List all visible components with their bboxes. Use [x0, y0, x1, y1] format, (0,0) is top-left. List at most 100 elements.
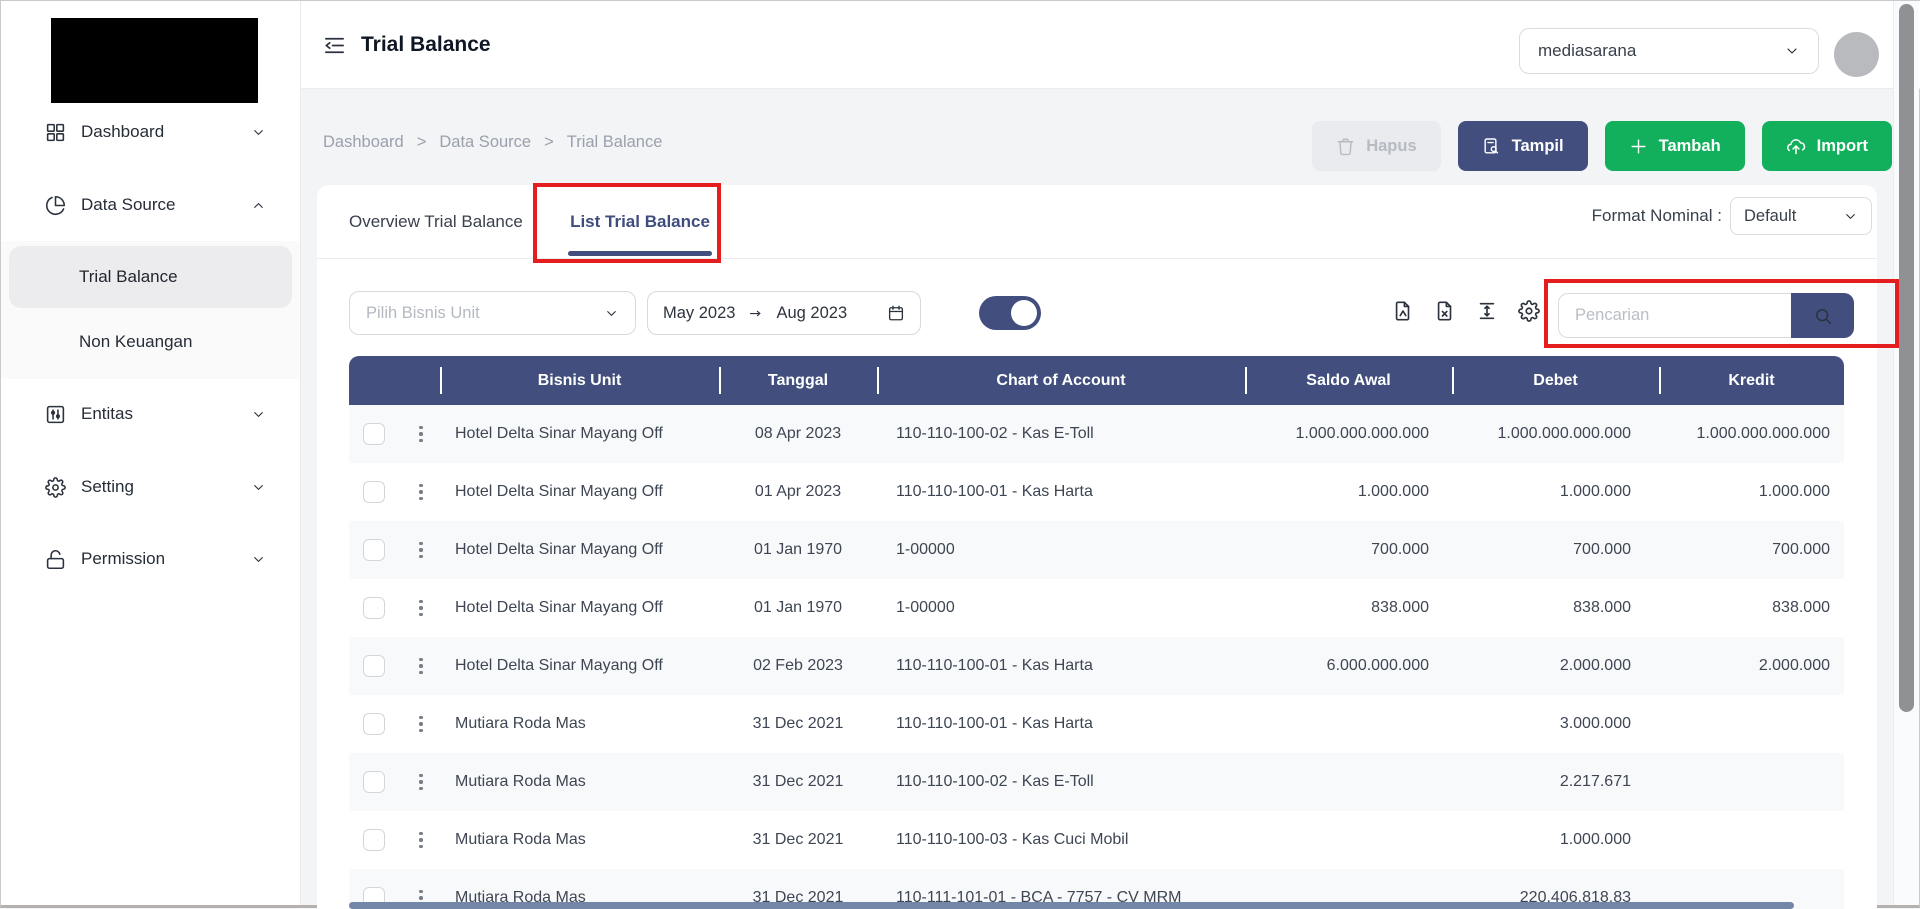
- cell-debet: 2.000.000: [1452, 657, 1659, 675]
- sidebar-item-permission[interactable]: Permission: [1, 536, 300, 582]
- row-actions-icon[interactable]: [415, 422, 427, 447]
- row-actions-icon[interactable]: [415, 480, 427, 505]
- cell-debet: 1.000.000: [1452, 831, 1659, 849]
- cell-bisnis-unit: Hotel Delta Sinar Mayang Off: [440, 599, 719, 617]
- cell-chart-of-account: 110-110-100-02 - Kas E-Toll: [877, 425, 1245, 443]
- export-excel-icon[interactable]: [1434, 300, 1456, 322]
- sidebar-item-data-source[interactable]: Data Source: [1, 182, 300, 228]
- cell-chart-of-account: 110-110-100-03 - Kas Cuci Mobil: [877, 831, 1245, 849]
- sidebar-item-label: Entitas: [81, 404, 251, 424]
- format-nominal-label: Format Nominal :: [1572, 197, 1722, 235]
- tab-overview-trial-balance[interactable]: Overview Trial Balance: [333, 185, 539, 259]
- cell-tanggal: 01 Apr 2023: [719, 483, 877, 501]
- breadcrumb-separator: >: [417, 133, 427, 152]
- cell-saldo-awal: 1.000.000.000.000: [1245, 425, 1452, 443]
- sidebar-item-non-keuangan[interactable]: Non Keuangan: [1, 311, 300, 373]
- cell-kredit: 700.000: [1659, 541, 1844, 559]
- row-checkbox[interactable]: [363, 713, 385, 735]
- sidebar-item-entitas[interactable]: Entitas: [1, 391, 300, 437]
- cell-tanggal: 02 Feb 2023: [719, 657, 877, 675]
- row-actions-icon[interactable]: [415, 712, 427, 737]
- sidebar-item-label: Trial Balance: [79, 267, 178, 287]
- import-button[interactable]: Import: [1762, 121, 1892, 171]
- row-checkbox[interactable]: [363, 539, 385, 561]
- sidebar-item-label: Non Keuangan: [79, 332, 192, 352]
- tab-list-trial-balance[interactable]: List Trial Balance: [568, 185, 712, 259]
- data-source-submenu: Trial Balance Non Keuangan: [1, 241, 300, 379]
- col-tanggal: Tanggal: [719, 372, 877, 390]
- cell-bisnis-unit: Hotel Delta Sinar Mayang Off: [440, 657, 719, 675]
- breadcrumb-trial-balance[interactable]: Trial Balance: [567, 133, 663, 152]
- sidebar-item-dashboard[interactable]: Dashboard: [1, 109, 300, 155]
- company-select[interactable]: mediasarana: [1519, 28, 1819, 74]
- cell-kredit: 838.000: [1659, 599, 1844, 617]
- row-actions-icon[interactable]: [415, 596, 427, 621]
- cell-debet: 2.217.671: [1452, 773, 1659, 791]
- cell-chart-of-account: 110-110-100-01 - Kas Harta: [877, 657, 1245, 675]
- column-settings-gear-icon[interactable]: [1518, 300, 1540, 322]
- row-checkbox[interactable]: [363, 423, 385, 445]
- cell-bisnis-unit: Hotel Delta Sinar Mayang Off: [440, 483, 719, 501]
- page-scrollbar-track: [1893, 1, 1919, 905]
- row-checkbox[interactable]: [363, 597, 385, 619]
- format-nominal-select[interactable]: Default: [1730, 197, 1872, 235]
- cell-saldo-awal: 1.000.000: [1245, 483, 1452, 501]
- cell-debet: 1.000.000.000.000: [1452, 425, 1659, 443]
- cell-chart-of-account: 1-00000: [877, 541, 1245, 559]
- import-label: Import: [1817, 137, 1868, 156]
- unlock-icon: [45, 549, 66, 570]
- row-actions-icon[interactable]: [415, 654, 427, 679]
- cell-chart-of-account: 1-00000: [877, 599, 1245, 617]
- toggle-switch[interactable]: [979, 296, 1041, 330]
- date-range-picker[interactable]: May 2023 Aug 2023: [647, 291, 921, 335]
- breadcrumb: Dashboard > Data Source > Trial Balance: [323, 133, 662, 152]
- chevron-down-icon: [1843, 209, 1858, 224]
- cell-kredit: 2.000.000: [1659, 657, 1844, 675]
- breadcrumb-data-source[interactable]: Data Source: [439, 133, 531, 152]
- cell-tanggal: 31 Dec 2021: [719, 831, 877, 849]
- breadcrumb-dashboard[interactable]: Dashboard: [323, 133, 404, 152]
- row-actions-icon[interactable]: [415, 828, 427, 853]
- text-height-icon[interactable]: [1476, 300, 1498, 322]
- row-checkbox[interactable]: [363, 771, 385, 793]
- collapse-sidebar-icon[interactable]: [323, 34, 346, 57]
- table-row: Hotel Delta Sinar Mayang Off01 Jan 19701…: [349, 521, 1844, 579]
- sidebar-item-trial-balance[interactable]: Trial Balance: [9, 246, 292, 308]
- cell-debet: 838.000: [1452, 599, 1659, 617]
- col-bisnis-unit: Bisnis Unit: [440, 372, 719, 390]
- search-input[interactable]: [1558, 293, 1791, 338]
- bisnis-unit-select[interactable]: Pilih Bisnis Unit: [349, 291, 636, 335]
- cell-tanggal: 01 Jan 1970: [719, 541, 877, 559]
- row-checkbox[interactable]: [363, 481, 385, 503]
- row-actions-icon[interactable]: [415, 770, 427, 795]
- cell-saldo-awal: 700.000: [1245, 541, 1452, 559]
- row-checkbox[interactable]: [363, 655, 385, 677]
- date-to: Aug 2023: [776, 304, 847, 323]
- row-actions-icon[interactable]: [415, 538, 427, 563]
- cell-kredit: 1.000.000: [1659, 483, 1844, 501]
- search-button[interactable]: [1791, 293, 1854, 338]
- cell-chart-of-account: 110-110-100-02 - Kas E-Toll: [877, 773, 1245, 791]
- export-pdf-icon[interactable]: [1392, 300, 1414, 322]
- chevron-down-icon: [251, 407, 266, 422]
- cell-saldo-awal: 838.000: [1245, 599, 1452, 617]
- company-select-value: mediasarana: [1538, 41, 1636, 61]
- tambah-button[interactable]: Tambah: [1605, 121, 1745, 171]
- table-row: Mutiara Roda Mas31 Dec 2021110-110-100-0…: [349, 695, 1844, 753]
- avatar[interactable]: [1834, 32, 1879, 77]
- tampil-button[interactable]: Tampil: [1458, 121, 1588, 171]
- chevron-down-icon: [251, 552, 266, 567]
- row-checkbox[interactable]: [363, 829, 385, 851]
- cell-bisnis-unit: Hotel Delta Sinar Mayang Off: [440, 541, 719, 559]
- page-scrollbar-thumb[interactable]: [1899, 4, 1914, 712]
- table-header: Bisnis Unit Tanggal Chart of Account Sal…: [349, 356, 1844, 405]
- file-search-icon: [1482, 137, 1501, 156]
- pie-chart-icon: [45, 195, 66, 216]
- arrow-right-icon: [748, 306, 763, 321]
- hapus-label: Hapus: [1366, 137, 1416, 156]
- cell-bisnis-unit: Hotel Delta Sinar Mayang Off: [440, 425, 719, 443]
- chevron-down-icon: [1784, 43, 1800, 59]
- sidebar-item-setting[interactable]: Setting: [1, 464, 300, 510]
- sidebar: Dashboard Data Source Trial Balance Non …: [1, 1, 301, 905]
- hapus-button[interactable]: Hapus: [1312, 121, 1440, 171]
